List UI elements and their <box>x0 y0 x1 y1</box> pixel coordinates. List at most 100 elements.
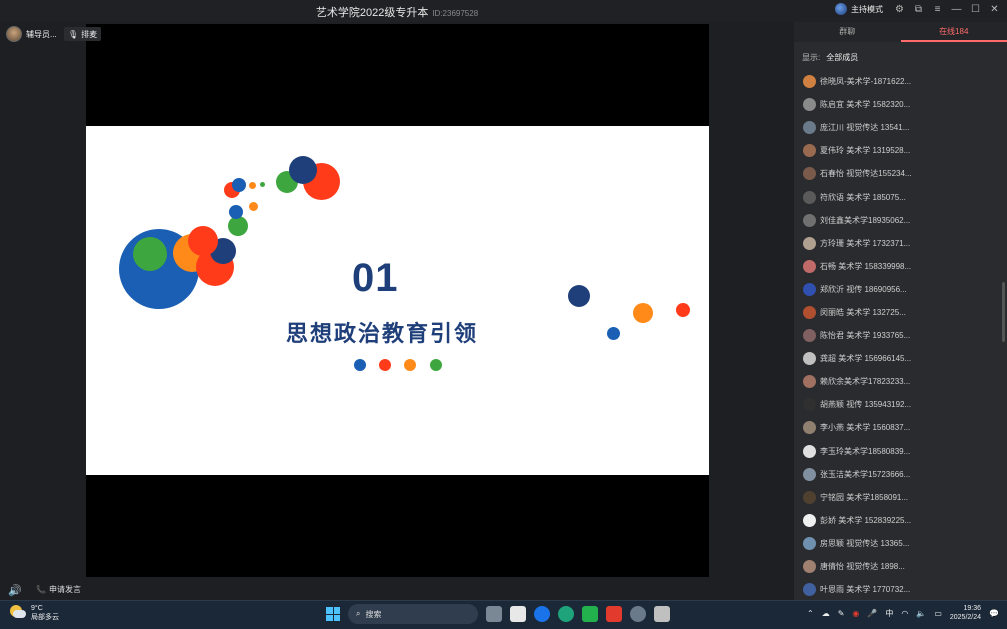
volume-icon[interactable]: 🔈 <box>916 609 926 618</box>
member-avatar <box>803 513 816 527</box>
filter-label: 显示: <box>802 53 821 62</box>
member-row[interactable]: 石畅 美术学 158339998... <box>794 255 1007 278</box>
teacher-chip[interactable]: 辅导员... <box>6 26 57 42</box>
member-name: 李玉玲美术学18580839... <box>820 446 911 456</box>
clock[interactable]: 19:36 2025/2/24 <box>950 604 981 622</box>
member-list-scrollbar[interactable] <box>1002 282 1005 342</box>
ime-indicator[interactable]: 中 <box>885 608 893 619</box>
room-id: ID:23697528 <box>432 9 479 18</box>
windows-start-icon[interactable] <box>326 607 340 621</box>
member-row[interactable]: 刘佳鑫美术学18935062... <box>794 209 1007 232</box>
member-row[interactable]: 张玉洁美术学15723666... <box>794 463 1007 486</box>
member-name: 郑欣沂 视传 18690956... <box>820 284 907 294</box>
circle-green-2 <box>228 216 248 236</box>
member-row[interactable]: 赖欣余美术学17823233... <box>794 370 1007 393</box>
window-controls: 主持模式 ⚙ ⧉ ≡ — ☐ ✕ <box>835 3 1001 15</box>
tab-online[interactable]: 在线184 <box>900 22 1007 42</box>
member-row[interactable]: 符欣语 美术学 185075... <box>794 185 1007 208</box>
apply-speak-button[interactable]: 📞 申请发言 <box>36 584 81 595</box>
battery-icon[interactable]: ▭ <box>934 609 942 618</box>
member-avatar <box>803 560 816 574</box>
member-row[interactable]: 陈启宜 美术学 1582320... <box>794 93 1007 116</box>
circle-green-3 <box>260 182 265 187</box>
slide-title: 思想政治教育引领 <box>286 321 479 346</box>
close-icon[interactable]: ✕ <box>988 4 1001 15</box>
member-avatar <box>803 75 816 89</box>
circle-blue-2 <box>229 205 243 219</box>
menu-icon[interactable]: ≡ <box>931 4 944 15</box>
member-name: 彭娇 美术学 152839225... <box>820 515 912 525</box>
mic-tray-icon[interactable]: 🎤 <box>867 609 877 618</box>
member-row[interactable]: 石春怡 视觉传达155234... <box>794 162 1007 185</box>
member-row[interactable]: 唐倩怡 视觉传达 1898... <box>794 555 1007 578</box>
member-row[interactable]: 李小燕 美术学 1560837... <box>794 416 1007 439</box>
classroom-app-icon[interactable] <box>654 606 670 622</box>
cloud-icon[interactable]: ☁ <box>822 609 830 618</box>
member-row[interactable]: 叶恩雨 美术学 1770732... <box>794 578 1007 601</box>
popout-icon[interactable]: ⧉ <box>912 4 925 15</box>
circle-red-2 <box>188 226 218 256</box>
weather-widget[interactable]: 9°C 局部多云 <box>10 604 59 622</box>
member-row[interactable]: 郑欣沂 视传 18690956... <box>794 278 1007 301</box>
member-avatar <box>803 282 816 296</box>
member-row[interactable]: 宁铭园 美术学1858091... <box>794 486 1007 509</box>
member-avatar <box>803 583 816 597</box>
bullet-orange <box>404 359 416 371</box>
filter-value[interactable]: 全部成员 <box>826 53 858 62</box>
member-name: 符欣语 美术学 185075... <box>820 192 906 202</box>
task-view-icon[interactable] <box>486 606 502 622</box>
member-avatar <box>803 329 816 343</box>
minimize-icon[interactable]: — <box>950 4 963 15</box>
member-avatar <box>803 352 816 366</box>
member-avatar <box>803 121 816 135</box>
app-avatar-icon[interactable] <box>630 606 646 622</box>
member-row[interactable]: 夏伟玲 美术学 1319528... <box>794 139 1007 162</box>
taskbar-search[interactable]: ⌕ 搜索 <box>348 604 478 624</box>
member-row[interactable]: 方玲珊 美术学 1732371... <box>794 232 1007 255</box>
member-avatar <box>803 305 816 319</box>
taskbar-apps: ⌕ 搜索 <box>326 604 670 624</box>
member-avatar <box>803 467 816 481</box>
host-mode-toggle[interactable]: 主持模式 <box>835 3 883 15</box>
circle-navy-2 <box>289 156 317 184</box>
member-row[interactable]: 陈怡君 美术学 1933765... <box>794 324 1007 347</box>
system-tray: ⌃ ☁ ✎ ◉ 🎤 中 ◠ 🔈 ▭ 19:36 2025/2/24 💬 <box>807 604 999 622</box>
member-row[interactable]: 胡燕颖 视传 135943192... <box>794 393 1007 416</box>
settings-icon[interactable]: ⚙ <box>893 4 906 15</box>
member-avatar <box>803 536 816 550</box>
member-name: 庞江川 视觉传达 13541... <box>820 123 910 133</box>
wps-icon[interactable] <box>606 606 622 622</box>
member-name: 唐倩怡 视觉传达 1898... <box>820 562 905 572</box>
member-row[interactable]: 庞江川 视觉传达 13541... <box>794 116 1007 139</box>
maximize-icon[interactable]: ☐ <box>969 4 982 15</box>
wifi-icon[interactable]: ◠ <box>901 609 908 618</box>
mic-queue-button[interactable]: 🎙 排麦 <box>64 27 102 41</box>
member-avatar <box>803 190 816 204</box>
member-avatar <box>803 421 816 435</box>
member-name: 房思颖 视觉传达 13365... <box>820 538 910 548</box>
member-name: 徐晓凤-美术学-1871622... <box>820 77 912 87</box>
member-filter[interactable]: 显示: 全部成员 <box>802 52 858 63</box>
member-row[interactable]: 徐晓凤-美术学-1871622... <box>794 70 1007 93</box>
member-row[interactable]: 龚超 美术学 156966145... <box>794 347 1007 370</box>
apply-speak-label: 申请发言 <box>48 585 81 594</box>
circle-blue-4 <box>607 327 620 340</box>
app-blue-icon[interactable] <box>534 606 550 622</box>
member-row[interactable]: 闵丽皓 美术学 132725... <box>794 301 1007 324</box>
notification-icon[interactable]: 💬 <box>989 609 999 618</box>
edge-icon[interactable] <box>558 606 574 622</box>
app-tray-icon[interactable]: ◉ <box>852 609 859 618</box>
member-name: 胡燕颖 视传 135943192... <box>820 400 912 410</box>
member-row[interactable]: 李玉玲美术学18580839... <box>794 440 1007 463</box>
store-icon[interactable] <box>510 606 526 622</box>
tab-group-chat[interactable]: 群聊 <box>794 22 901 42</box>
member-name: 龚超 美术学 156966145... <box>820 354 912 364</box>
app-green-icon[interactable] <box>582 606 598 622</box>
member-row[interactable]: 房思颖 视觉传达 13365... <box>794 532 1007 555</box>
pen-icon[interactable]: ✎ <box>838 609 845 618</box>
member-row[interactable]: 彭娇 美术学 152839225... <box>794 509 1007 532</box>
speaker-icon[interactable]: 🔊 <box>8 584 22 597</box>
presentation-slide: 01 思想政治教育引领 <box>86 126 709 475</box>
member-name: 方玲珊 美术学 1732371... <box>820 238 911 248</box>
chevron-up-icon[interactable]: ⌃ <box>807 609 814 618</box>
